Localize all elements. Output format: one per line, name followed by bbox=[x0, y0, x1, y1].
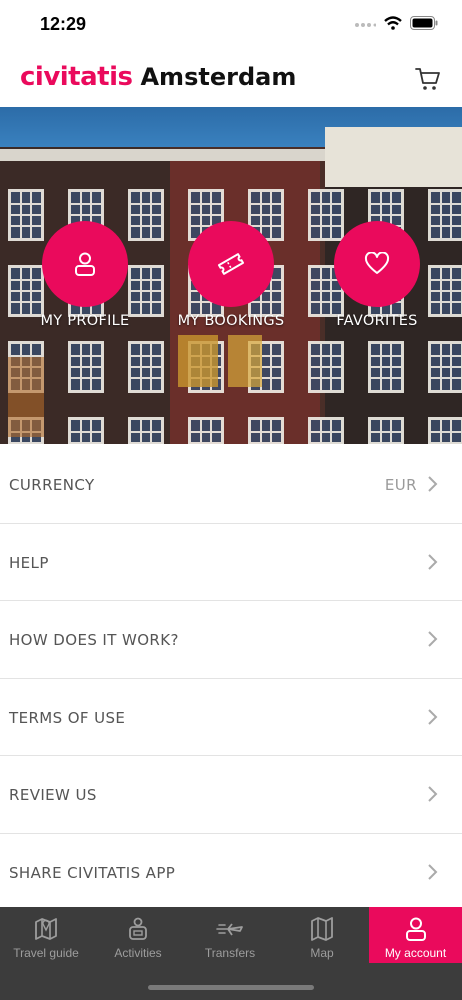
transfers-icon bbox=[216, 923, 243, 936]
chevron-right-icon bbox=[428, 708, 438, 725]
terms-of-use-row[interactable]: TERMS OF USE bbox=[0, 679, 462, 756]
my-bookings-button[interactable]: MY BOOKINGS bbox=[161, 221, 301, 329]
my-profile-button[interactable]: MY PROFILE bbox=[15, 221, 155, 329]
heart-icon bbox=[364, 252, 390, 274]
my-bookings-label: MY BOOKINGS bbox=[177, 313, 285, 329]
chevron-right-icon bbox=[428, 786, 438, 802]
bookings-circle bbox=[188, 221, 274, 307]
terms-of-use-label: TERMS OF USE bbox=[9, 708, 126, 727]
tab-travel-guide[interactable]: Travel guide bbox=[0, 907, 92, 963]
tab-activities-label: Activities bbox=[114, 946, 162, 960]
battery-icon bbox=[410, 16, 438, 30]
wifi-icon bbox=[384, 16, 402, 30]
activities-icon bbox=[129, 917, 147, 940]
guide-map-icon bbox=[35, 918, 57, 940]
brand: civitatis Amsterdam bbox=[20, 62, 296, 92]
how-does-it-work-label: HOW DOES IT WORK? bbox=[9, 631, 179, 649]
tab-transfers-label: Transfers bbox=[204, 946, 256, 960]
help-row[interactable]: HELP bbox=[0, 524, 462, 601]
how-does-it-work-row[interactable]: HOW DOES IT WORK? bbox=[0, 601, 462, 679]
favorites-circle bbox=[334, 221, 420, 307]
brand-logo: civitatis bbox=[20, 62, 133, 92]
signal-icon bbox=[355, 23, 376, 27]
tab-map-label: Map bbox=[310, 946, 334, 960]
tab-activities[interactable]: Activities bbox=[92, 907, 184, 963]
tab-transfers[interactable]: Transfers bbox=[184, 907, 276, 963]
chevron-right-icon bbox=[428, 476, 438, 492]
ticket-icon bbox=[217, 253, 245, 275]
map-icon bbox=[311, 917, 333, 941]
status-icons bbox=[354, 16, 438, 30]
currency-value: EUR bbox=[384, 476, 417, 494]
review-us-row[interactable]: REVIEW US bbox=[0, 756, 462, 834]
tab-my-account[interactable]: My account bbox=[369, 907, 462, 963]
hero-banner: MY PROFILE MY BOOKINGS FAVORITES bbox=[0, 107, 462, 444]
app-header: civitatis Amsterdam bbox=[0, 50, 462, 107]
profile-circle bbox=[42, 221, 128, 307]
help-label: HELP bbox=[9, 553, 49, 572]
status-bar: 12:29 bbox=[0, 0, 462, 50]
status-time: 12:29 bbox=[40, 14, 87, 34]
city-title: Amsterdam bbox=[140, 63, 297, 91]
currency-label: CURRENCY bbox=[9, 476, 95, 494]
favorites-label: FAVORITES bbox=[336, 313, 418, 329]
my-profile-label: MY PROFILE bbox=[40, 313, 130, 329]
tab-map[interactable]: Map bbox=[276, 907, 368, 963]
cart-icon bbox=[415, 68, 440, 90]
chevron-right-icon bbox=[428, 863, 438, 880]
account-icon bbox=[405, 917, 426, 941]
share-app-label: SHARE CIVITATIS APP bbox=[9, 863, 176, 882]
tab-travel-guide-label: Travel guide bbox=[13, 946, 79, 960]
review-us-label: REVIEW US bbox=[9, 786, 97, 804]
person-icon bbox=[75, 252, 95, 276]
chevron-right-icon bbox=[428, 631, 438, 647]
account-menu: CURRENCY EUR HELP HOW DOES IT WORK? TERM… bbox=[0, 446, 462, 911]
favorites-button[interactable]: FAVORITES bbox=[307, 221, 447, 329]
cart-button[interactable] bbox=[414, 65, 442, 93]
share-app-row[interactable]: SHARE CIVITATIS APP bbox=[0, 834, 462, 912]
chevron-right-icon bbox=[428, 553, 438, 570]
currency-row[interactable]: CURRENCY EUR bbox=[0, 446, 462, 524]
tab-my-account-label: My account bbox=[384, 946, 447, 960]
home-indicator[interactable] bbox=[148, 985, 314, 990]
